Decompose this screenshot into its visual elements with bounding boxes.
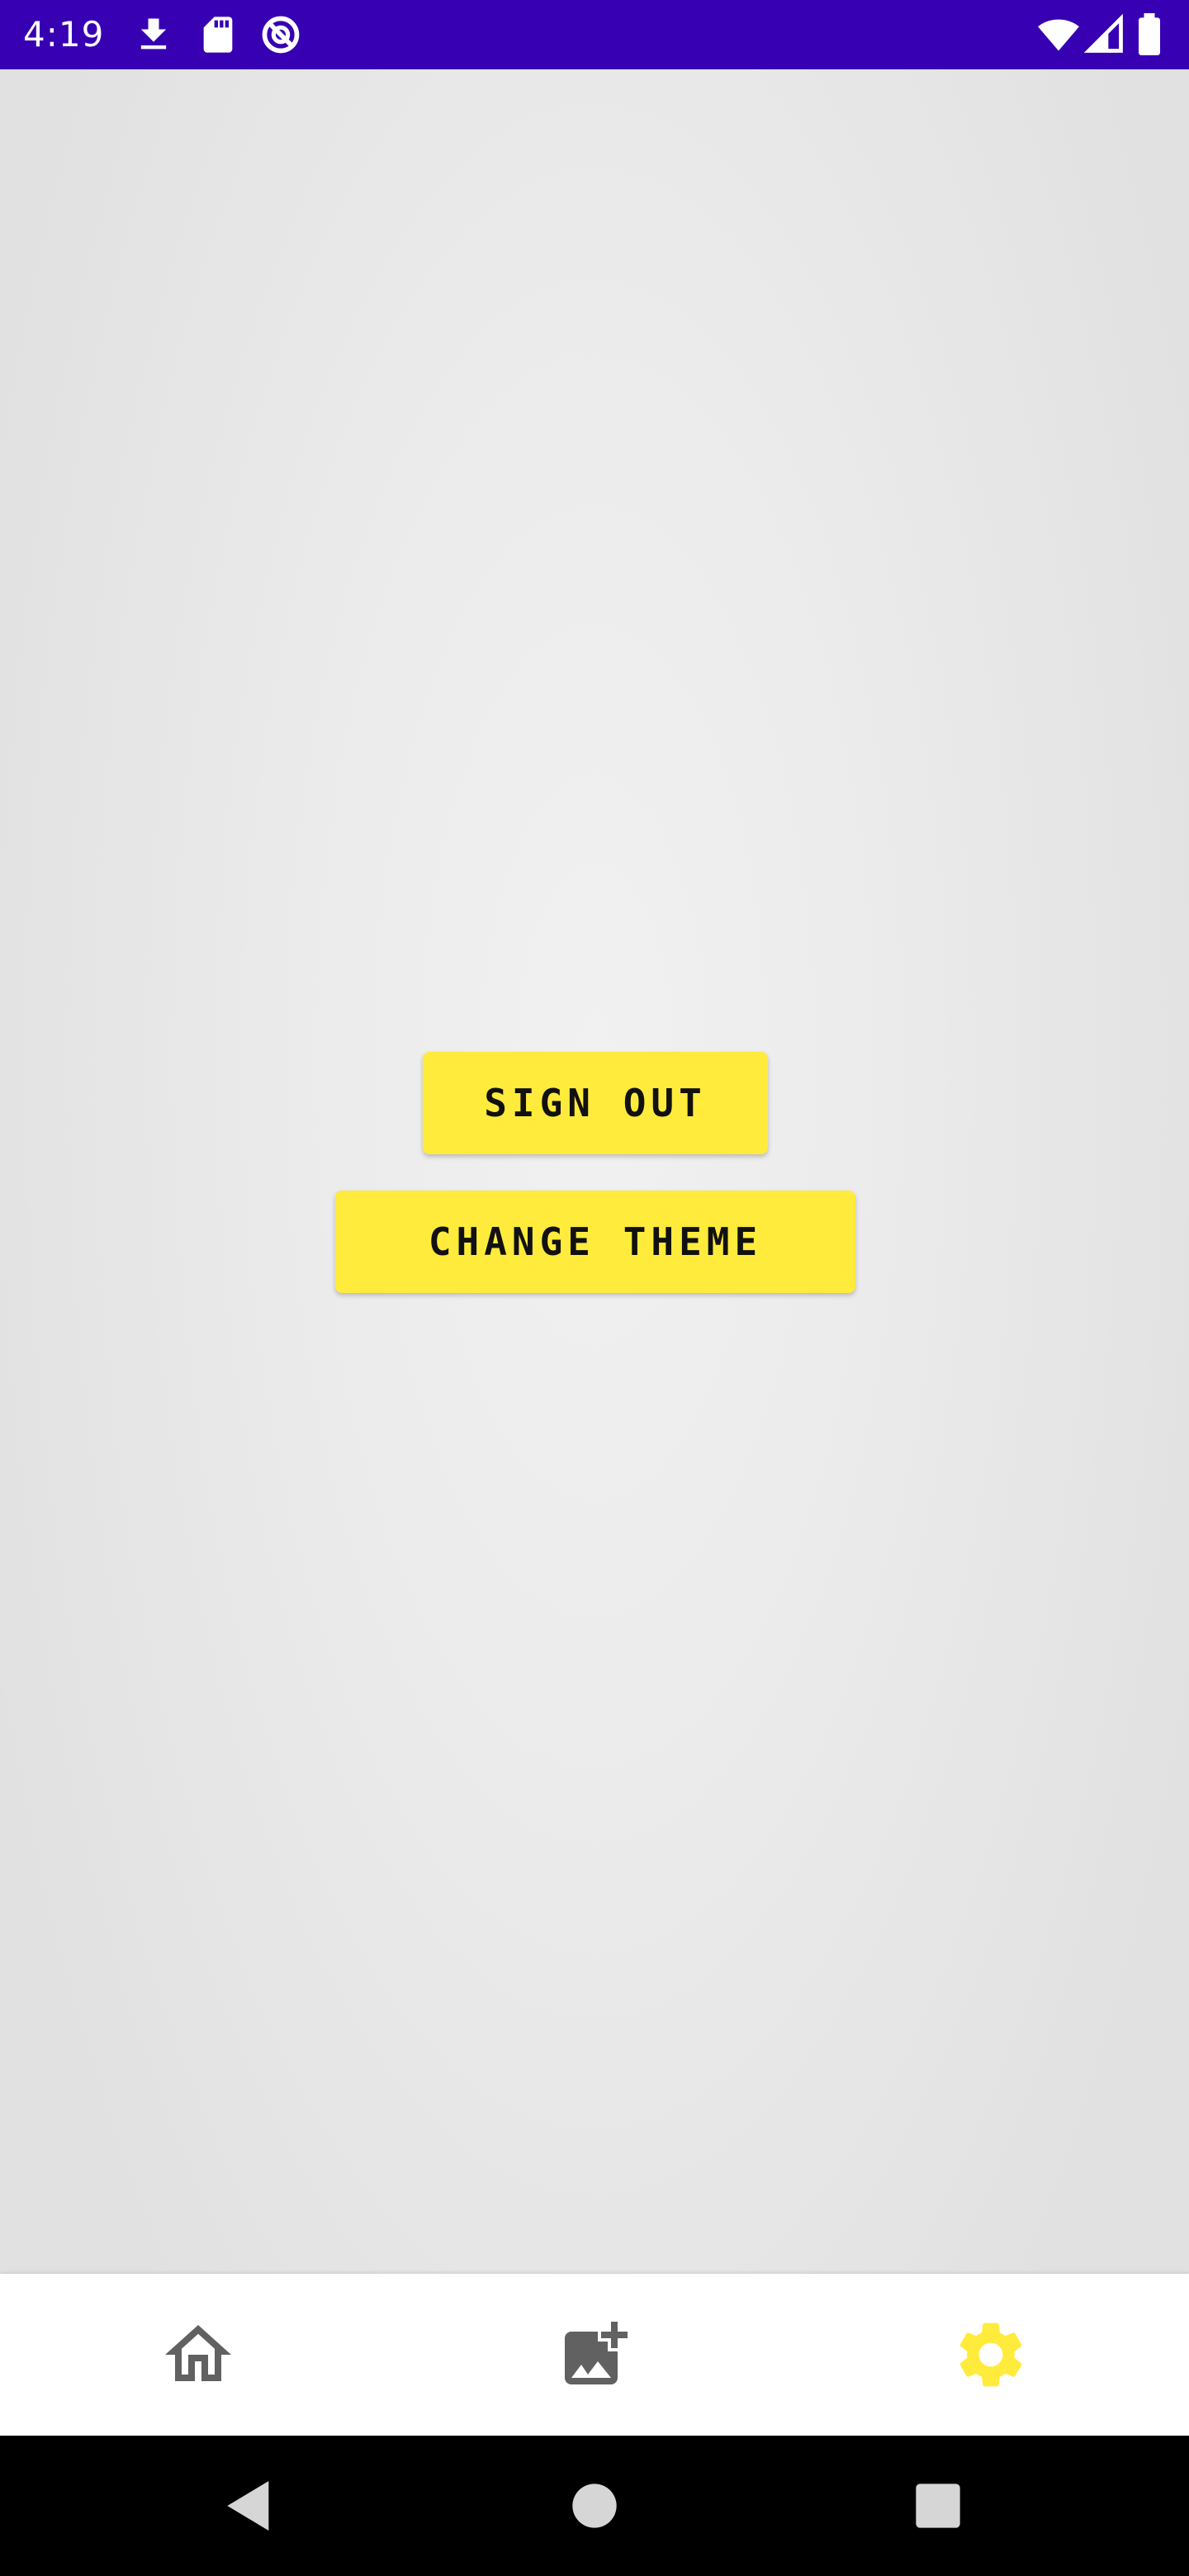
wifi-icon (1037, 13, 1080, 56)
recents-icon[interactable] (905, 2473, 971, 2539)
sd-card-icon (197, 13, 239, 56)
settings-content: SIGN OUT CHANGE THEME (0, 69, 1189, 2274)
download-icon (132, 13, 175, 56)
cellular-signal-icon (1083, 13, 1126, 56)
battery-icon (1135, 13, 1164, 56)
nav-add-photo[interactable] (396, 2274, 793, 2436)
app-screen: 4:19 SIGN OUT CHANGE THEME (0, 0, 1189, 2576)
sign-out-button[interactable]: SIGN OUT (423, 1052, 768, 1154)
home-circle-icon[interactable] (561, 2473, 628, 2539)
system-navigation-bar (0, 2436, 1189, 2576)
no-disturb-icon (259, 13, 302, 56)
back-icon[interactable] (216, 2473, 282, 2539)
bottom-navigation (0, 2274, 1189, 2436)
home-icon (165, 2325, 231, 2381)
change-theme-button[interactable]: CHANGE THEME (335, 1191, 855, 1293)
status-bar: 4:19 (0, 0, 1189, 69)
nav-home[interactable] (0, 2274, 396, 2436)
add-photo-icon (565, 2322, 628, 2384)
nav-settings[interactable] (793, 2274, 1189, 2436)
status-time: 4:19 (23, 14, 105, 54)
settings-gear-icon (959, 2323, 1022, 2387)
